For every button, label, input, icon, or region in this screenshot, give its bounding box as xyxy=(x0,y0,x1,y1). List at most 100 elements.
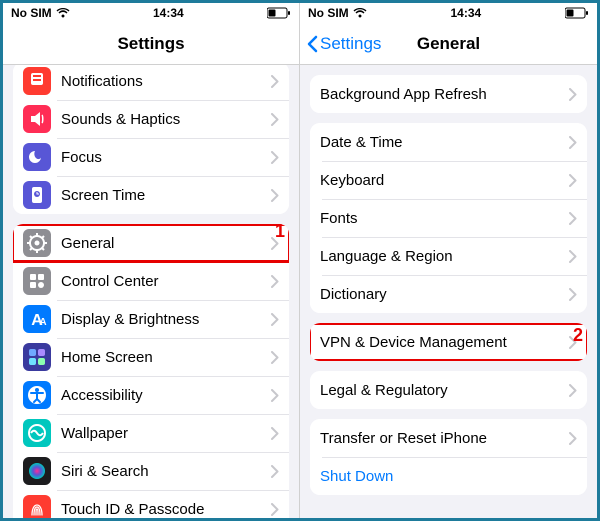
chevron-right-icon xyxy=(271,75,279,88)
row-label: Touch ID & Passcode xyxy=(61,501,271,518)
row-label: VPN & Device Management xyxy=(320,334,569,351)
general-row-legal-regulatory[interactable]: Legal & Regulatory xyxy=(310,371,587,409)
settings-row-screen-time[interactable]: Screen Time xyxy=(13,176,289,214)
general-row-language-region[interactable]: Language & Region xyxy=(310,237,587,275)
settings-row-siri-search[interactable]: Siri & Search xyxy=(13,452,289,490)
settings-row-home-screen[interactable]: Home Screen xyxy=(13,338,289,376)
time-text: 14:34 xyxy=(450,6,481,20)
chevron-right-icon xyxy=(271,427,279,440)
touchid-icon xyxy=(23,495,51,518)
general-row-transfer-or-reset-iphone[interactable]: Transfer or Reset iPhone xyxy=(310,419,587,457)
general-group: Transfer or Reset iPhone Shut Down xyxy=(310,419,587,495)
chevron-right-icon xyxy=(271,151,279,164)
row-label: Background App Refresh xyxy=(320,86,569,103)
general-icon xyxy=(23,229,51,257)
accessibility-icon xyxy=(23,381,51,409)
notifications-icon xyxy=(23,67,51,95)
row-label: General xyxy=(61,235,271,252)
chevron-right-icon xyxy=(569,88,577,101)
chevron-right-icon xyxy=(271,503,279,516)
wifi-icon xyxy=(353,8,367,18)
chevron-right-icon xyxy=(569,212,577,225)
row-label: Focus xyxy=(61,149,271,166)
chevron-left-icon xyxy=(306,35,318,53)
settings-row-display-brightness[interactable]: AA Display & Brightness xyxy=(13,300,289,338)
settings-row-focus[interactable]: Focus xyxy=(13,138,289,176)
row-label: Keyboard xyxy=(320,172,569,189)
annotation-2: 2 xyxy=(573,325,583,346)
chevron-right-icon xyxy=(271,351,279,364)
general-group: Legal & Regulatory xyxy=(310,371,587,409)
sounds-icon xyxy=(23,105,51,133)
carrier-text: No SIM xyxy=(11,6,52,20)
chevron-right-icon xyxy=(271,313,279,326)
chevron-right-icon xyxy=(271,389,279,402)
wallpaper-icon xyxy=(23,419,51,447)
home-screen-icon xyxy=(23,343,51,371)
row-label: Screen Time xyxy=(61,187,271,204)
row-label: Wallpaper xyxy=(61,425,271,442)
siri-icon xyxy=(23,457,51,485)
nav-bar: Settings xyxy=(3,23,299,65)
focus-icon xyxy=(23,143,51,171)
chevron-right-icon xyxy=(569,432,577,445)
wifi-icon xyxy=(56,8,70,18)
row-label: Accessibility xyxy=(61,387,271,404)
display-icon: AA xyxy=(23,305,51,333)
row-label: Shut Down xyxy=(320,468,577,485)
row-label: Language & Region xyxy=(320,248,569,265)
settings-list[interactable]: Notifications Sounds & Haptics Focus Screen… xyxy=(3,65,299,518)
general-row-date-time[interactable]: Date & Time xyxy=(310,123,587,161)
general-row-keyboard[interactable]: Keyboard xyxy=(310,161,587,199)
row-label: Home Screen xyxy=(61,349,271,366)
chevron-right-icon xyxy=(569,250,577,263)
general-list[interactable]: Background App Refresh Date & Time Keyboar… xyxy=(300,65,597,518)
general-group: Date & Time Keyboard Fonts Language & Regio… xyxy=(310,123,587,313)
chevron-right-icon xyxy=(271,465,279,478)
carrier-text: No SIM xyxy=(308,6,349,20)
row-label: Transfer or Reset iPhone xyxy=(320,430,569,447)
row-label: Dictionary xyxy=(320,286,569,303)
settings-row-control-center[interactable]: Control Center xyxy=(13,262,289,300)
nav-title: Settings xyxy=(117,34,184,54)
row-label: Date & Time xyxy=(320,134,569,151)
chevron-right-icon xyxy=(271,113,279,126)
back-label: Settings xyxy=(320,34,381,54)
general-group: Background App Refresh xyxy=(310,75,587,113)
general-row-fonts[interactable]: Fonts xyxy=(310,199,587,237)
general-row-vpn-device-management[interactable]: VPN & Device Management xyxy=(310,323,587,361)
general-row-dictionary[interactable]: Dictionary xyxy=(310,275,587,313)
row-label: Legal & Regulatory xyxy=(320,382,569,399)
row-label: Display & Brightness xyxy=(61,311,271,328)
general-row-background-app-refresh[interactable]: Background App Refresh xyxy=(310,75,587,113)
settings-row-general[interactable]: General xyxy=(13,224,289,262)
back-button[interactable]: Settings xyxy=(306,23,381,64)
nav-title: General xyxy=(417,34,480,54)
general-group: VPN & Device Management xyxy=(310,323,587,361)
settings-row-notifications[interactable]: Notifications xyxy=(13,65,289,100)
row-label: Notifications xyxy=(61,73,271,90)
chevron-right-icon xyxy=(569,174,577,187)
chevron-right-icon xyxy=(271,275,279,288)
row-label: Control Center xyxy=(61,273,271,290)
settings-group: General Control Center AA Display & Brightn… xyxy=(13,224,289,518)
chevron-right-icon xyxy=(569,136,577,149)
row-label: Sounds & Haptics xyxy=(61,111,271,128)
phone-right: No SIM 14:34 Settings General Background… xyxy=(300,3,597,518)
settings-row-sounds-haptics[interactable]: Sounds & Haptics xyxy=(13,100,289,138)
settings-group: Notifications Sounds & Haptics Focus Screen… xyxy=(13,65,289,214)
general-row-shut-down[interactable]: Shut Down xyxy=(310,457,587,495)
settings-row-touch-id-passcode[interactable]: Touch ID & Passcode xyxy=(13,490,289,518)
svg-text:A: A xyxy=(39,317,46,328)
settings-row-accessibility[interactable]: Accessibility xyxy=(13,376,289,414)
control-center-icon xyxy=(23,267,51,295)
annotation-1: 1 xyxy=(275,221,285,242)
screentime-icon xyxy=(23,181,51,209)
row-label: Fonts xyxy=(320,210,569,227)
status-bar: No SIM 14:34 xyxy=(300,3,597,23)
chevron-right-icon xyxy=(271,189,279,202)
status-bar: No SIM 14:34 xyxy=(3,3,299,23)
settings-row-wallpaper[interactable]: Wallpaper xyxy=(13,414,289,452)
time-text: 14:34 xyxy=(153,6,184,20)
row-label: Siri & Search xyxy=(61,463,271,480)
